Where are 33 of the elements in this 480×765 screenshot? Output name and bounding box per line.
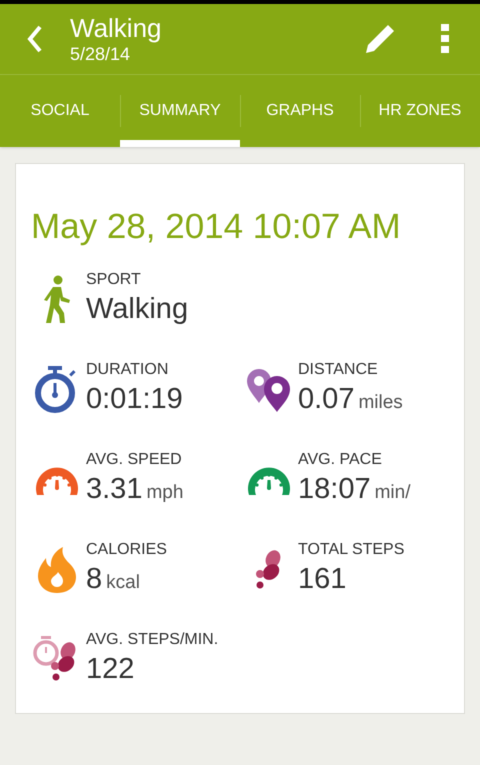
tab[interactable]: GRAPHS [240, 75, 360, 147]
metric-label: AVG. SPEED [86, 450, 183, 470]
metric-label: AVG. STEPS/MIN. [86, 630, 218, 650]
activity-title: Walking [70, 13, 163, 43]
metric-label: CALORIES [86, 540, 167, 560]
metric-label: AVG. PACE [298, 450, 383, 470]
metric-value: 18:07 [298, 472, 371, 507]
tab[interactable]: SUMMARY [120, 75, 240, 147]
walking-person-icon [41, 275, 73, 325]
back-icon [27, 25, 43, 53]
metric-unit: mph [146, 481, 184, 505]
metric-value: 161 [298, 562, 346, 597]
metric-value: 0:01:19 [86, 382, 183, 417]
tab[interactable]: SOCIAL [0, 75, 120, 147]
map-pins-icon [245, 367, 293, 413]
metric-unit: kcal [106, 571, 140, 595]
activity-datetime: May 28, 2014 10:07 AM [31, 206, 402, 248]
metric-label: TOTAL STEPS [298, 540, 404, 560]
metric-value: 3.31 [86, 472, 142, 507]
metric-value: 8 [86, 562, 102, 597]
metric-unit: miles [358, 391, 403, 415]
metric-unit: min/ [374, 481, 410, 505]
metric-label: DISTANCE [298, 360, 379, 380]
metric-label: DURATION [86, 360, 170, 380]
activity-date: 5/28/14 [70, 43, 132, 65]
pencil-icon [364, 23, 396, 55]
metric-value: Walking [86, 292, 188, 327]
flame-icon [36, 546, 78, 594]
metric-value: 0.07 [298, 382, 354, 417]
tab[interactable]: HR ZONES [360, 75, 480, 147]
metric-label: SPORT [86, 270, 142, 290]
more-icon [441, 24, 449, 54]
metric-value: 122 [86, 652, 134, 687]
